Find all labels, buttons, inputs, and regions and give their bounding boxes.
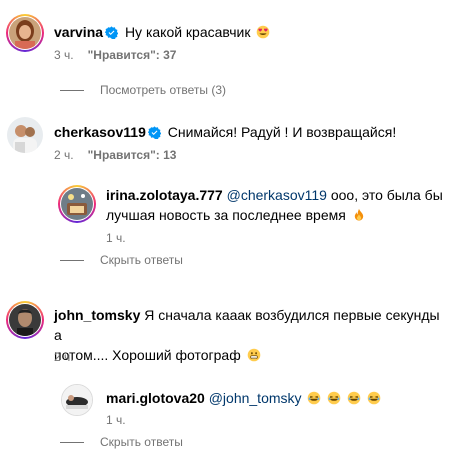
comment-username[interactable]: john_tomsky	[54, 307, 140, 323]
laughing-emoji-icon	[367, 391, 381, 405]
grimace-emoji-icon	[247, 348, 260, 362]
hide-replies-button[interactable]: Скрыть ответы	[60, 434, 183, 450]
verified-badge-icon	[105, 26, 119, 39]
comment-body-line2: потом.... Хороший фотограф	[54, 347, 241, 363]
reply-meta: 1 ч.	[106, 412, 126, 428]
reply-body-line2: лучшая новость за последнее время	[106, 207, 346, 223]
thread-line	[60, 260, 84, 262]
fire-emoji-icon	[354, 208, 363, 221]
avatar-cherkasov119[interactable]	[7, 117, 43, 153]
comment-meta: 2 ч. "Нравится": 13	[54, 147, 176, 163]
comment-text: varvina Ну какой красавчик	[54, 22, 434, 42]
reply-time[interactable]: 1 ч.	[106, 413, 126, 427]
comment-body: Ну какой красавчик	[124, 24, 251, 40]
reply-body-line1: ооо, это была бы	[330, 187, 443, 203]
comment-meta: 3 ч. "Нравится": 37	[54, 47, 176, 63]
reply-username[interactable]: mari.glotova20	[106, 390, 205, 406]
like-count[interactable]: "Нравится": 37	[88, 48, 177, 62]
comment-time[interactable]: 3 ч.	[54, 48, 74, 62]
comment-time[interactable]: 2 ч.	[54, 148, 74, 162]
heart-eyes-emoji-icon	[257, 25, 270, 39]
comment-text: cherkasov119 Снимайся! Радуй ! И возвращ…	[54, 122, 444, 142]
reply-username[interactable]: irina.zolotaya.777	[106, 187, 223, 203]
laughing-emoji-icon	[308, 391, 321, 405]
comment-meta: 2 ч.	[54, 349, 74, 365]
hide-replies-button[interactable]: Скрыть ответы	[60, 252, 183, 268]
comment-username[interactable]: varvina	[54, 24, 103, 40]
comment-body: Снимайся! Радуй ! И возвращайся!	[167, 124, 397, 140]
view-replies-label: Посмотреть ответы (3)	[100, 83, 227, 97]
reply-time[interactable]: 1 ч.	[106, 231, 126, 245]
thread-line	[60, 442, 84, 444]
hide-replies-label: Скрыть ответы	[100, 253, 183, 267]
comment-text: john_tomsky Я сначала кааак возбудился п…	[54, 305, 446, 365]
avatar-mari-glotova[interactable]	[61, 384, 93, 416]
avatar-irina-zolotaya[interactable]	[61, 188, 93, 220]
view-replies-button[interactable]: Посмотреть ответы (3)	[60, 82, 226, 98]
verified-badge-icon	[147, 126, 161, 139]
like-count[interactable]: "Нравится": 13	[88, 148, 177, 162]
comment-username[interactable]: cherkasov119	[54, 124, 146, 140]
hide-replies-label: Скрыть ответы	[100, 435, 183, 449]
laughing-emoji-icon	[328, 391, 341, 405]
comment-time[interactable]: 2 ч.	[54, 350, 74, 364]
reply-meta: 1 ч.	[106, 230, 126, 246]
avatar-varvina[interactable]	[9, 17, 41, 49]
reply-text: irina.zolotaya.777 @cherkasov119 ооо, эт…	[106, 185, 446, 225]
avatar-john-tomsky[interactable]	[9, 304, 41, 336]
laughing-emoji-icon	[347, 391, 361, 405]
mention-link[interactable]: @cherkasov119	[227, 187, 327, 203]
mention-link[interactable]: @john_tomsky	[209, 390, 302, 406]
thread-line	[60, 90, 84, 92]
reply-text: mari.glotova20 @john_tomsky	[106, 388, 446, 408]
